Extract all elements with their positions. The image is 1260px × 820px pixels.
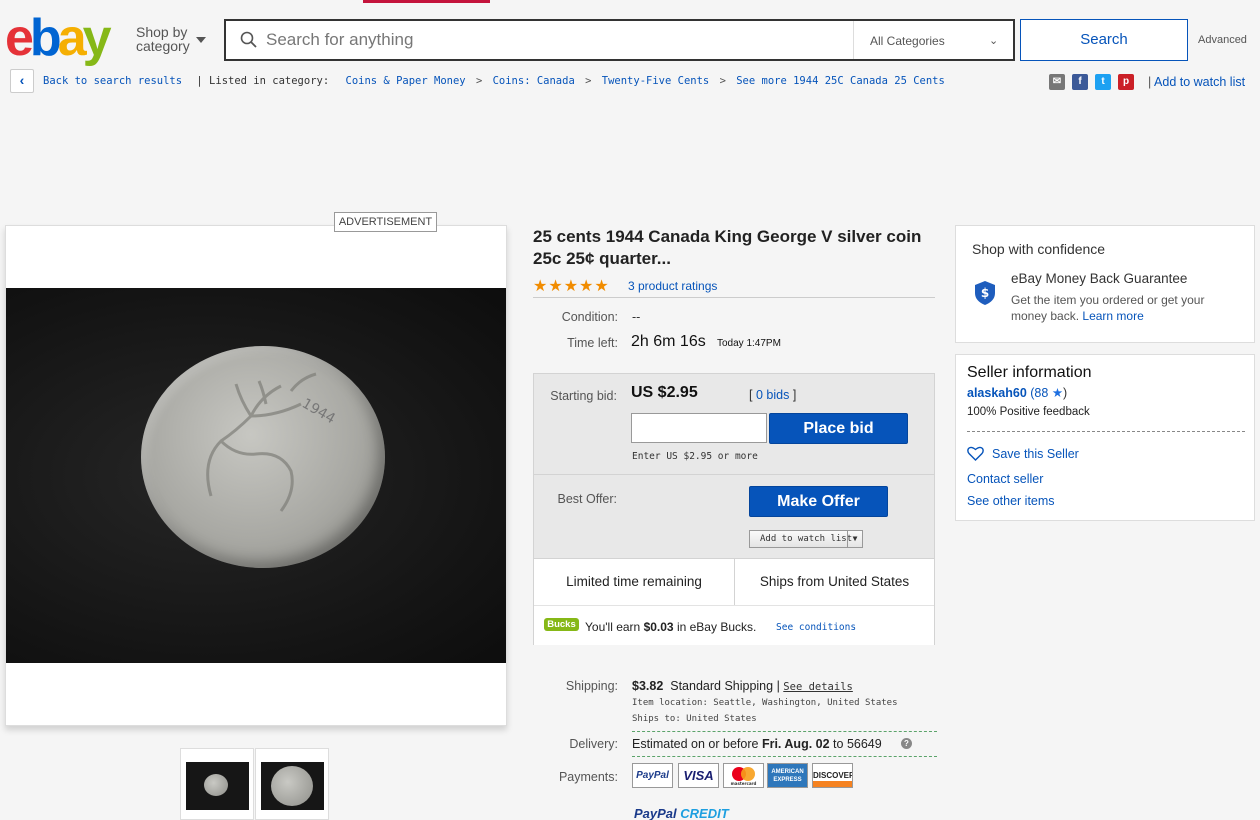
ebay-logo[interactable]: ebay	[5, 10, 112, 66]
bid-count: [ 0 bids ]	[749, 388, 797, 402]
breadcrumb-item[interactable]: Coins: Canada	[493, 75, 575, 87]
breadcrumb-item[interactable]: Twenty-Five Cents	[602, 75, 709, 87]
add-to-watch-list-button[interactable]: Add to watch list ▼	[749, 530, 863, 548]
place-bid-button[interactable]: Place bid	[769, 413, 908, 444]
ships-to: Ships to: United States	[632, 714, 757, 724]
svg-text:mastercard: mastercard	[731, 781, 757, 786]
add-to-watch-label: Add to watch list	[1154, 75, 1246, 89]
shield-dollar-icon: $	[975, 281, 995, 305]
seller-name-row: alaskah60 (88 ★)	[967, 385, 1067, 400]
svg-text:1944: 1944	[299, 396, 338, 428]
positive-feedback: 100% Positive feedback	[967, 406, 1090, 418]
heart-icon[interactable]	[967, 446, 984, 461]
chevron-down-icon[interactable]: ⌄	[989, 34, 998, 47]
watch-divider: |	[1148, 75, 1152, 89]
search-icon	[240, 31, 257, 48]
listed-in-label: | Listed in category:	[196, 75, 330, 87]
time-left-label: Time left:	[567, 336, 618, 350]
breadcrumb-separator: >	[475, 75, 483, 87]
chevron-down-icon[interactable]	[196, 37, 206, 43]
end-time: Today 1:47PM	[717, 338, 781, 349]
breadcrumb: Back to search results | Listed in categ…	[43, 75, 945, 87]
feedback-score[interactable]: (88 ★)	[1030, 386, 1067, 400]
discover-icon: DISCOVER	[812, 763, 853, 788]
bids-link[interactable]: 0 bids	[756, 388, 789, 402]
divider	[534, 474, 934, 475]
thumbnail-image[interactable]	[255, 748, 329, 820]
learn-more-link[interactable]: Learn more	[1082, 309, 1143, 323]
visa-icon: VISA	[678, 763, 719, 788]
category-select[interactable]: All Categories	[870, 34, 945, 48]
delivery-value: Estimated on or before Fri. Aug. 02 to 5…	[632, 737, 882, 751]
shipping-value: $3.82 Standard Shipping | See details	[632, 679, 853, 693]
chevron-down-icon[interactable]: ▼	[847, 531, 862, 547]
category-divider	[853, 21, 854, 59]
shipping-label: Shipping:	[565, 679, 618, 693]
top-promo-strip	[363, 0, 490, 3]
pinterest-icon[interactable]: p	[1118, 74, 1134, 90]
thumbnail-image[interactable]	[180, 748, 254, 820]
item-title: 25 cents 1944 Canada King George V silve…	[533, 227, 922, 268]
back-to-search-link[interactable]: Back to search results	[43, 75, 182, 87]
coin-image: 1944	[141, 346, 385, 568]
money-back-guarantee: eBay Money Back Guarantee	[1011, 271, 1188, 286]
seller-name-link[interactable]: alaskah60	[967, 386, 1027, 400]
help-icon[interactable]: ?	[901, 738, 912, 749]
limited-time-notice: Limited time remaining	[566, 574, 702, 589]
bucks-text: You'll earn $0.03 in eBay Bucks.	[585, 620, 757, 634]
current-price: US $2.95	[631, 384, 698, 401]
back-arrow-icon[interactable]: ‹	[10, 69, 34, 93]
item-location: Item location: Seattle, Washington, Unit…	[632, 698, 898, 708]
delivery-label: Delivery:	[569, 737, 618, 751]
starting-bid-label: Starting bid:	[550, 389, 617, 403]
bucks-icon: Bucks	[544, 618, 579, 631]
condition-value: --	[632, 310, 641, 324]
search-button[interactable]: Search	[1020, 19, 1188, 61]
star-icon: ★	[1051, 386, 1064, 400]
product-ratings-link[interactable]: 3 product ratings	[628, 279, 717, 293]
advertisement-label: ADVERTISEMENT	[334, 212, 437, 232]
see-conditions-link[interactable]: See conditions	[776, 622, 856, 633]
see-other-items-link[interactable]: See other items	[967, 494, 1055, 508]
mastercard-icon: mastercard	[723, 763, 764, 788]
condition-label: Condition:	[561, 310, 618, 324]
breadcrumb-separator: >	[719, 75, 726, 87]
payments-label: Payments:	[558, 770, 618, 784]
breadcrumb-item[interactable]: Coins & Paper Money	[346, 75, 466, 87]
facebook-icon[interactable]: f	[1072, 74, 1088, 90]
main-item-image[interactable]: 1944	[6, 288, 506, 663]
ships-from-notice: Ships from United States	[759, 574, 910, 589]
twitter-icon[interactable]: t	[1095, 74, 1111, 90]
time-left-value: 2h 6m 16s	[631, 333, 706, 350]
amex-icon: AMERICAN EXPRESS	[767, 763, 808, 788]
confidence-title: Shop with confidence	[972, 241, 1106, 257]
divider	[533, 297, 935, 298]
divider	[967, 431, 1245, 432]
advanced-search-link[interactable]: Advanced	[1198, 34, 1247, 46]
save-seller-link[interactable]: Save this Seller	[992, 447, 1079, 461]
guarantee-text: Get the item you ordered or get your mon…	[1011, 293, 1205, 323]
see-details-link[interactable]: See details	[783, 681, 853, 693]
seller-info-title: Seller information	[967, 364, 1092, 381]
shop-by-category-button[interactable]: Shop by category	[136, 25, 190, 53]
breadcrumb-item[interactable]: See more 1944 25C Canada 25 Cents	[736, 75, 945, 87]
paypal-credit-logo[interactable]: PayPal CREDIT	[634, 806, 729, 820]
paypal-icon: PayPal	[632, 763, 673, 788]
email-icon[interactable]: ✉	[1049, 74, 1065, 90]
bid-amount-input[interactable]	[631, 413, 767, 443]
breadcrumb-separator: >	[585, 75, 592, 87]
bid-hint: Enter US $2.95 or more	[632, 451, 758, 462]
search-input[interactable]	[266, 30, 836, 50]
star-rating-icon[interactable]: ★★★★★	[533, 276, 610, 296]
make-offer-button[interactable]: Make Offer	[749, 486, 888, 517]
divider	[632, 756, 937, 757]
divider	[632, 731, 937, 732]
contact-seller-link[interactable]: Contact seller	[967, 472, 1043, 486]
add-to-watch-list-link[interactable]: | Add to watch list	[1148, 75, 1245, 89]
svg-text:$: $	[981, 286, 989, 300]
best-offer-label: Best Offer:	[557, 492, 617, 506]
